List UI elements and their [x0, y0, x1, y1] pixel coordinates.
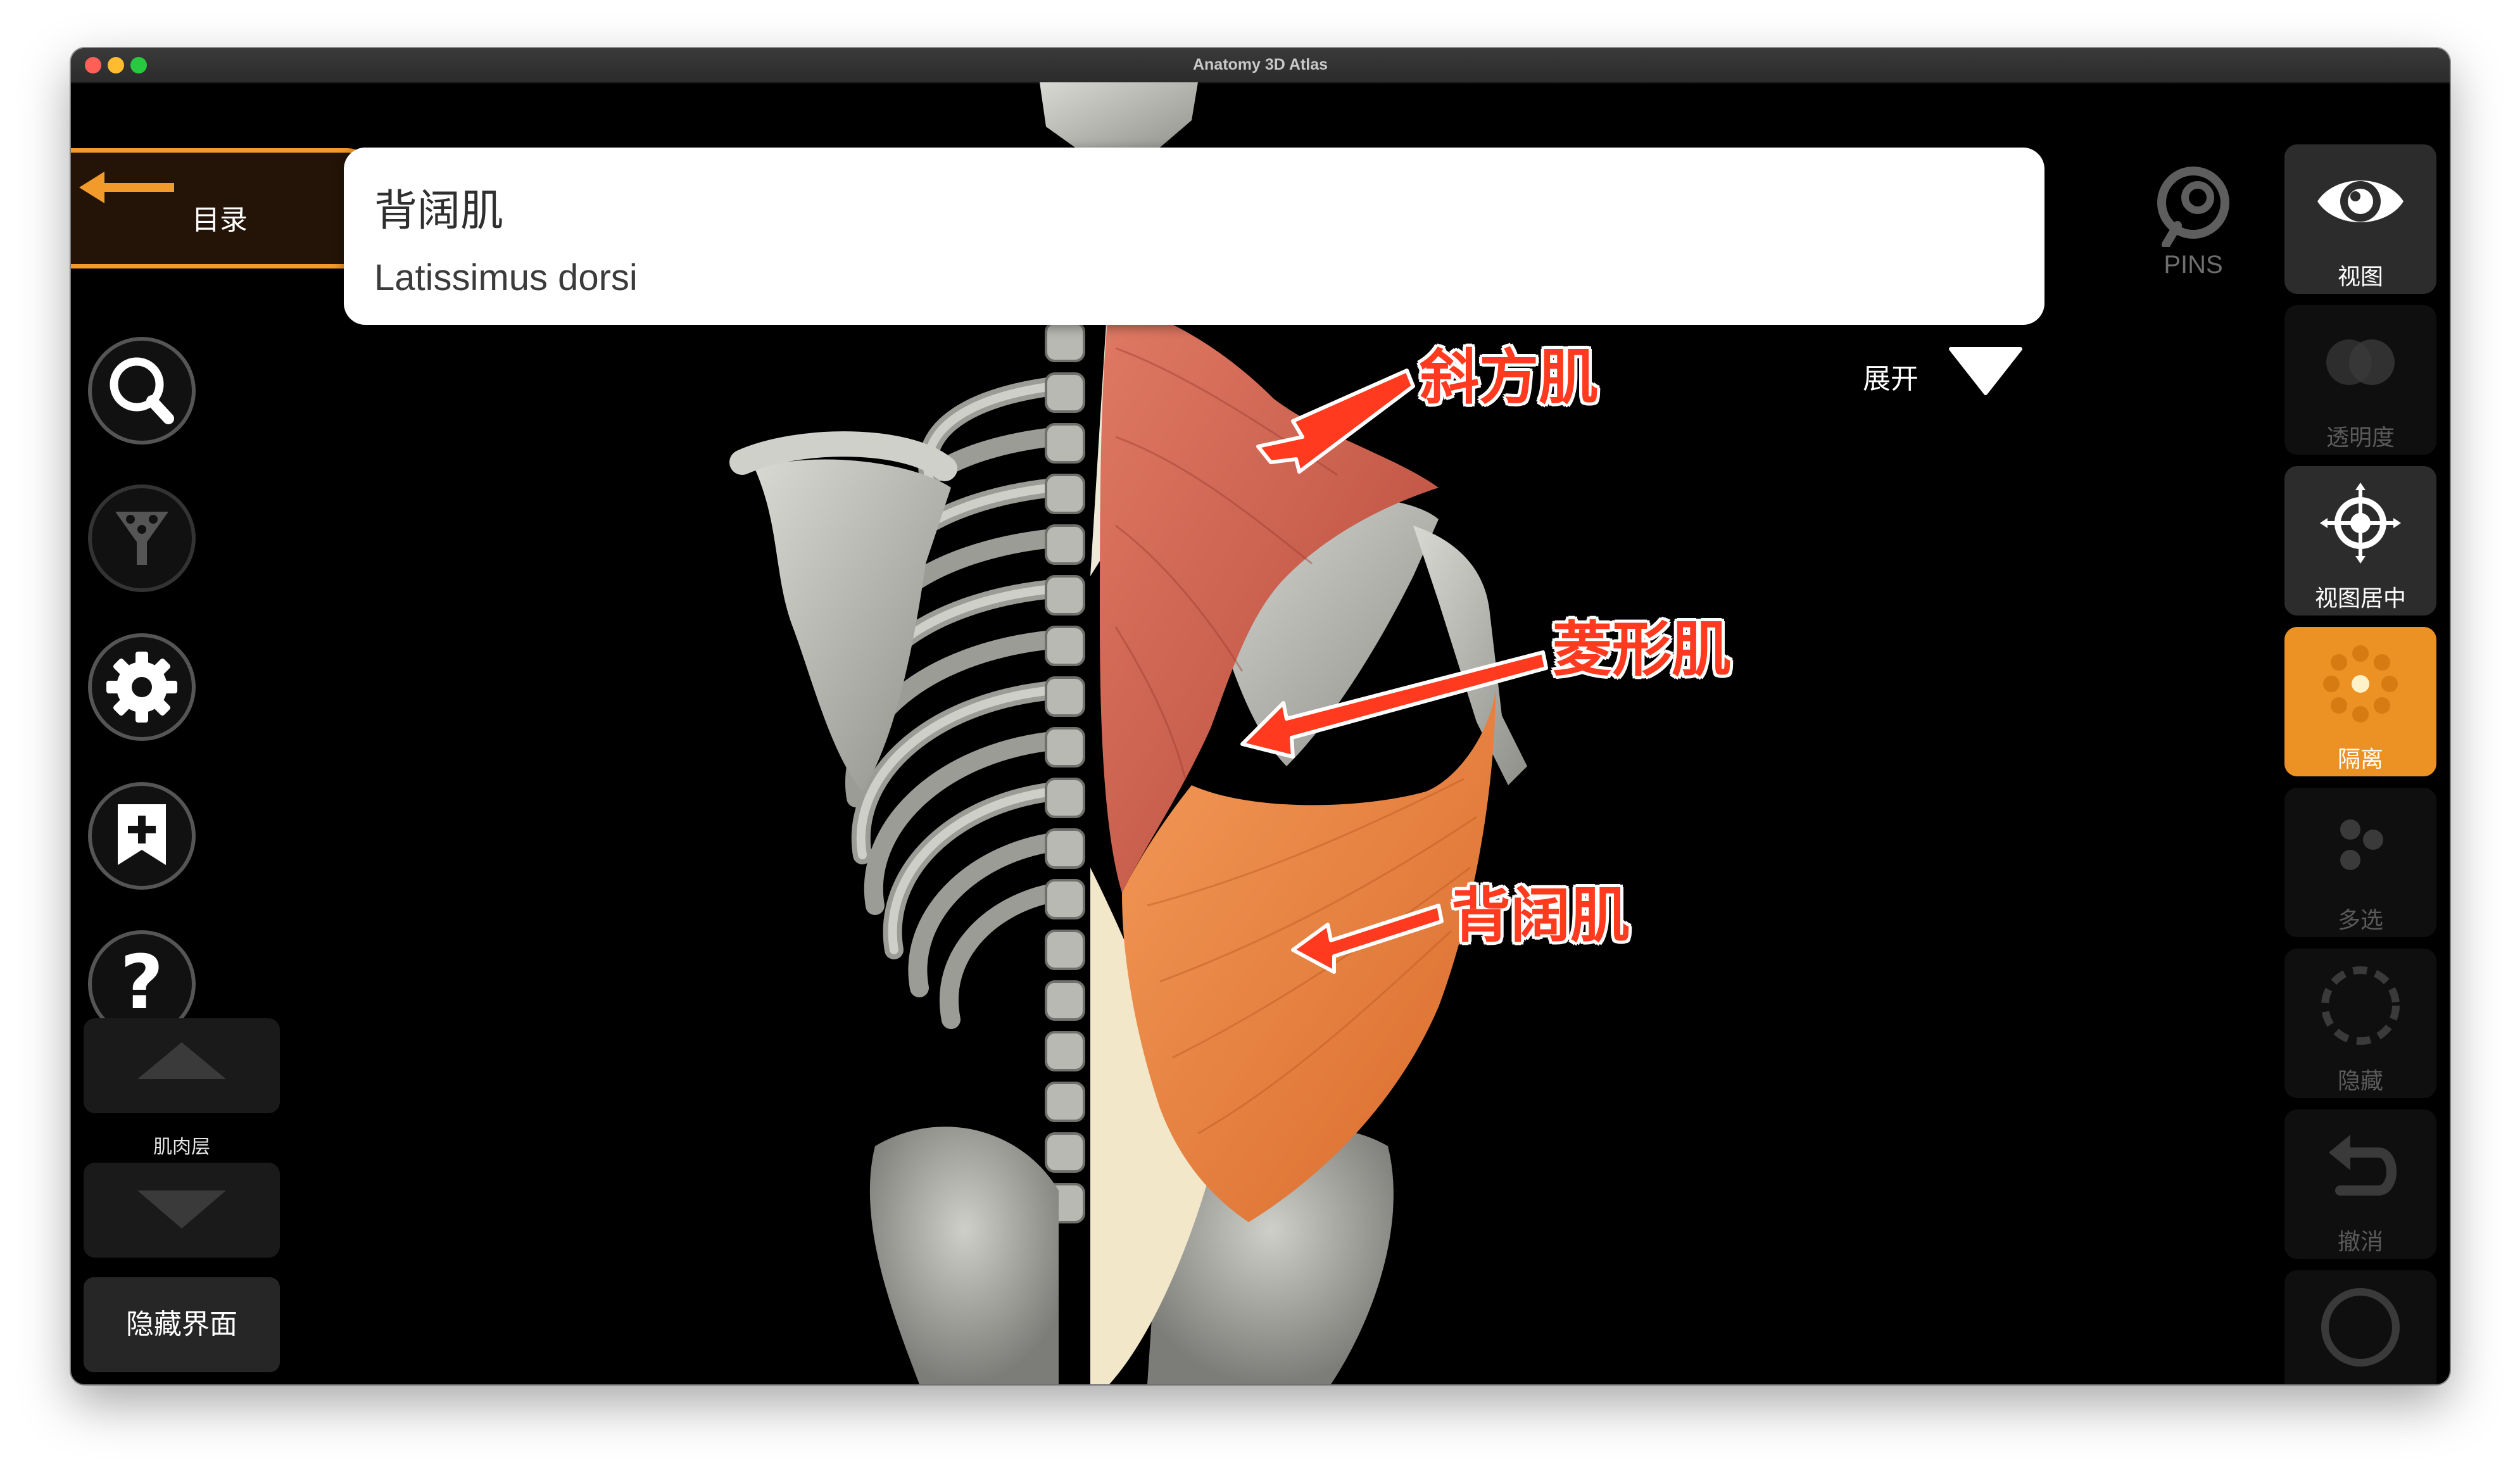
isolate-label: 隔离 — [2337, 747, 2383, 773]
triangle-up-icon — [137, 1042, 226, 1079]
window-title: Anatomy 3D Atlas — [1192, 56, 1328, 73]
menu-label: 目录 — [192, 204, 248, 236]
multiselect-label: 多选 — [2337, 907, 2383, 933]
triangle-down-icon — [1949, 347, 2022, 395]
transparency-button[interactable]: 透明度 — [2284, 305, 2436, 455]
undo-label: 撤消 — [2337, 1229, 2383, 1255]
center-view-button[interactable]: 视图居中 — [2284, 466, 2436, 616]
hide-label: 隐藏 — [2337, 1068, 2383, 1094]
settings-button[interactable] — [85, 630, 199, 744]
hide-button[interactable]: 隐藏 — [2284, 949, 2436, 1098]
pins-label: PINS — [2164, 251, 2223, 279]
undo-icon — [2329, 1135, 2397, 1196]
search-button[interactable] — [85, 334, 199, 448]
annotation-rhomboid: 菱形肌 — [1553, 616, 1732, 685]
layer-up-button[interactable] — [84, 1018, 280, 1113]
svg-text:?: ? — [120, 938, 163, 1026]
menu-button[interactable]: 目录 — [71, 148, 375, 268]
layer-label: 肌肉层 — [153, 1136, 210, 1158]
multiselect-button[interactable]: 多选 — [2284, 788, 2436, 937]
structure-name-latin: Latissimus dorsi — [374, 257, 638, 298]
gear-icon — [88, 633, 196, 741]
transparency-label: 透明度 — [2326, 425, 2395, 451]
transparency-icon — [2326, 339, 2395, 385]
triangle-down-icon — [137, 1191, 226, 1229]
viewport[interactable]: 斜方肌 菱形肌 背阔肌 目录 背阔肌 Latissimus dorsi 展开 ?… — [71, 82, 2450, 1384]
reset-button[interactable]: 重置 — [2284, 1270, 2436, 1384]
bookmark-button[interactable] — [85, 779, 199, 893]
annotation-trapezius: 斜方肌 — [1420, 343, 1599, 412]
multiselect-icon — [2340, 819, 2383, 870]
expand-button[interactable]: 展开 — [1863, 343, 2046, 400]
structure-info-card[interactable]: 背阔肌 Latissimus dorsi — [344, 148, 2044, 325]
pins-button[interactable]: PINS — [2143, 165, 2244, 291]
reset-icon — [2321, 1288, 2400, 1367]
crosshair-icon — [2320, 483, 2401, 564]
expand-label: 展开 — [1863, 363, 1918, 395]
center-view-label: 视图居中 — [2314, 586, 2406, 612]
isolate-icon — [2323, 645, 2398, 723]
undo-button[interactable]: 撤消 — [2284, 1109, 2436, 1259]
annotation-latissimus: 背阔肌 — [1451, 881, 1630, 951]
view-button[interactable]: 视图 — [2284, 144, 2436, 294]
isolate-button[interactable]: 隔离 — [2284, 627, 2436, 776]
view-label: 视图 — [2337, 264, 2383, 290]
layer-down-button[interactable] — [84, 1163, 280, 1258]
pin-icon — [2157, 167, 2229, 249]
title-bar: Anatomy 3D Atlas — [71, 48, 2450, 84]
hide-icon — [2321, 966, 2400, 1045]
hide-ui-button[interactable]: 隐藏界面 — [84, 1277, 280, 1372]
structure-name-cn: 背阔肌 — [374, 186, 504, 236]
bookmark-add-icon — [88, 782, 196, 890]
eye-icon — [2317, 180, 2403, 222]
filter-button[interactable] — [85, 481, 199, 595]
app-window: Anatomy 3D Atlas 斜方肌 菱形肌 背阔肌 目录 背阔肌 Lati… — [71, 48, 2450, 1384]
filter-icon — [88, 484, 196, 592]
search-icon — [88, 337, 196, 445]
